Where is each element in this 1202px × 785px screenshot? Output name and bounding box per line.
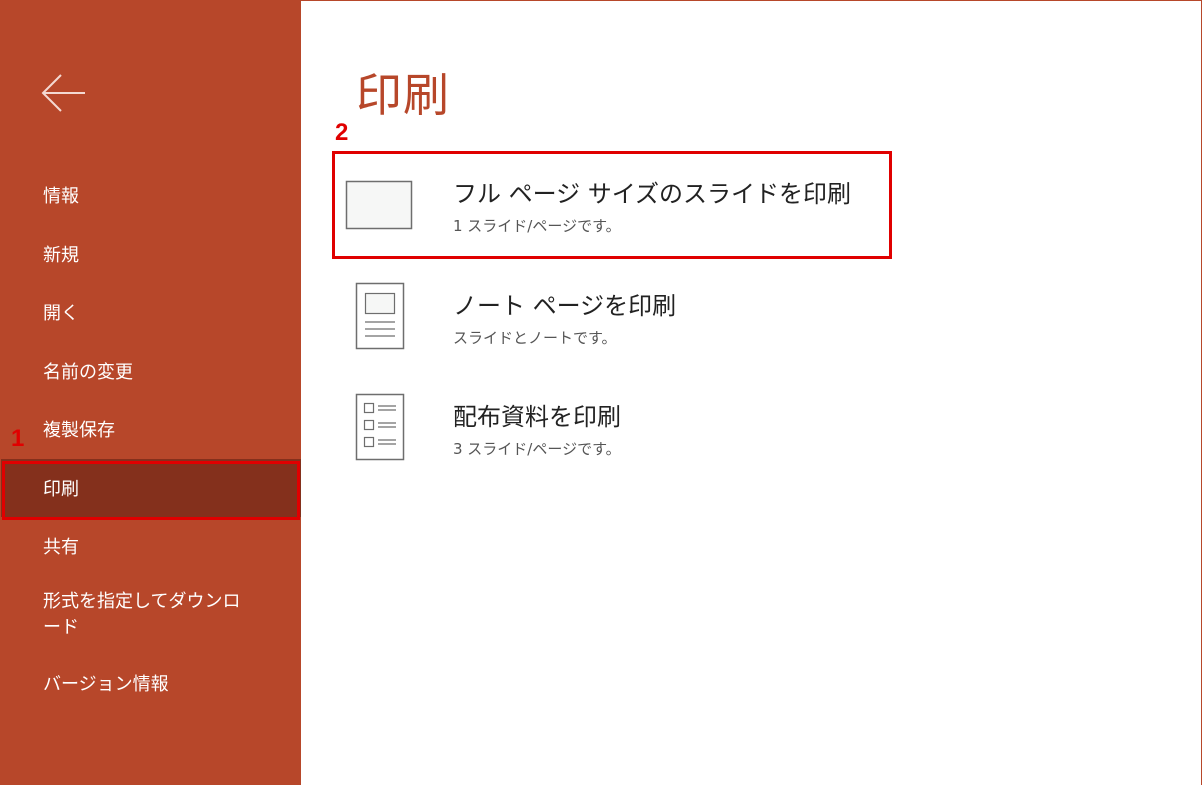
handout-icon (345, 377, 415, 479)
print-panel: 印刷 フル ページ サイズのスライドを印刷 1 スライド/ページです。 ノート … (301, 1, 1201, 785)
nav-item-label: 名前の変更 (43, 361, 133, 383)
option-subtitle: 3 スライド/ページです。 (453, 440, 621, 458)
nav-item-label: 形式を指定してダウンロード (43, 590, 241, 638)
app-window: 情報 新規 開く 名前の変更 複製保存 印刷 共有 形式を指定してダウンロード (0, 0, 1202, 785)
nav-item-info[interactable]: 情報 (1, 166, 301, 225)
backstage-sidebar: 情報 新規 開く 名前の変更 複製保存 印刷 共有 形式を指定してダウンロード (1, 1, 301, 785)
print-option-handouts[interactable]: 配布資料を印刷 3 スライド/ページです。 (335, 377, 891, 479)
option-title: 配布資料を印刷 (453, 403, 621, 431)
nav-item-label: 印刷 (43, 478, 79, 500)
backstage-nav: 情報 新規 開く 名前の変更 複製保存 印刷 共有 形式を指定してダウンロード (1, 166, 301, 712)
step-2-label: 2 (335, 119, 349, 146)
nav-item-download-as[interactable]: 形式を指定してダウンロード (1, 576, 301, 654)
nav-item-print[interactable]: 印刷 (1, 458, 301, 517)
nav-item-label: バージョン情報 (43, 673, 169, 695)
nav-item-label: 共有 (43, 537, 79, 559)
nav-item-save-copy[interactable]: 複製保存 (1, 400, 301, 459)
full-slide-icon (345, 154, 415, 256)
nav-item-new[interactable]: 新規 (1, 225, 301, 284)
notes-page-icon (345, 266, 415, 368)
print-option-full-page[interactable]: フル ページ サイズのスライドを印刷 1 スライド/ページです。 (335, 154, 891, 256)
option-title: ノート ページを印刷 (453, 292, 677, 320)
nav-item-label: 複製保存 (43, 420, 115, 442)
option-subtitle: 1 スライド/ページです。 (453, 217, 621, 235)
page-title: 印刷 (356, 68, 450, 122)
nav-item-open[interactable]: 開く (1, 283, 301, 342)
option-title: フル ページ サイズのスライドを印刷 (453, 180, 852, 208)
arrow-left-icon (41, 74, 85, 112)
nav-item-rename[interactable]: 名前の変更 (1, 342, 301, 401)
step-1-label: 1 (11, 425, 25, 452)
nav-item-label: 開く (43, 303, 79, 325)
option-subtitle: スライドとノートです。 (453, 329, 617, 347)
nav-item-about[interactable]: バージョン情報 (1, 654, 301, 713)
back-button[interactable] (37, 67, 93, 119)
print-option-notes-page[interactable]: ノート ページを印刷 スライドとノートです。 (335, 266, 891, 368)
nav-item-share[interactable]: 共有 (1, 517, 301, 576)
nav-item-label: 情報 (43, 186, 79, 208)
nav-item-label: 新規 (43, 244, 79, 266)
